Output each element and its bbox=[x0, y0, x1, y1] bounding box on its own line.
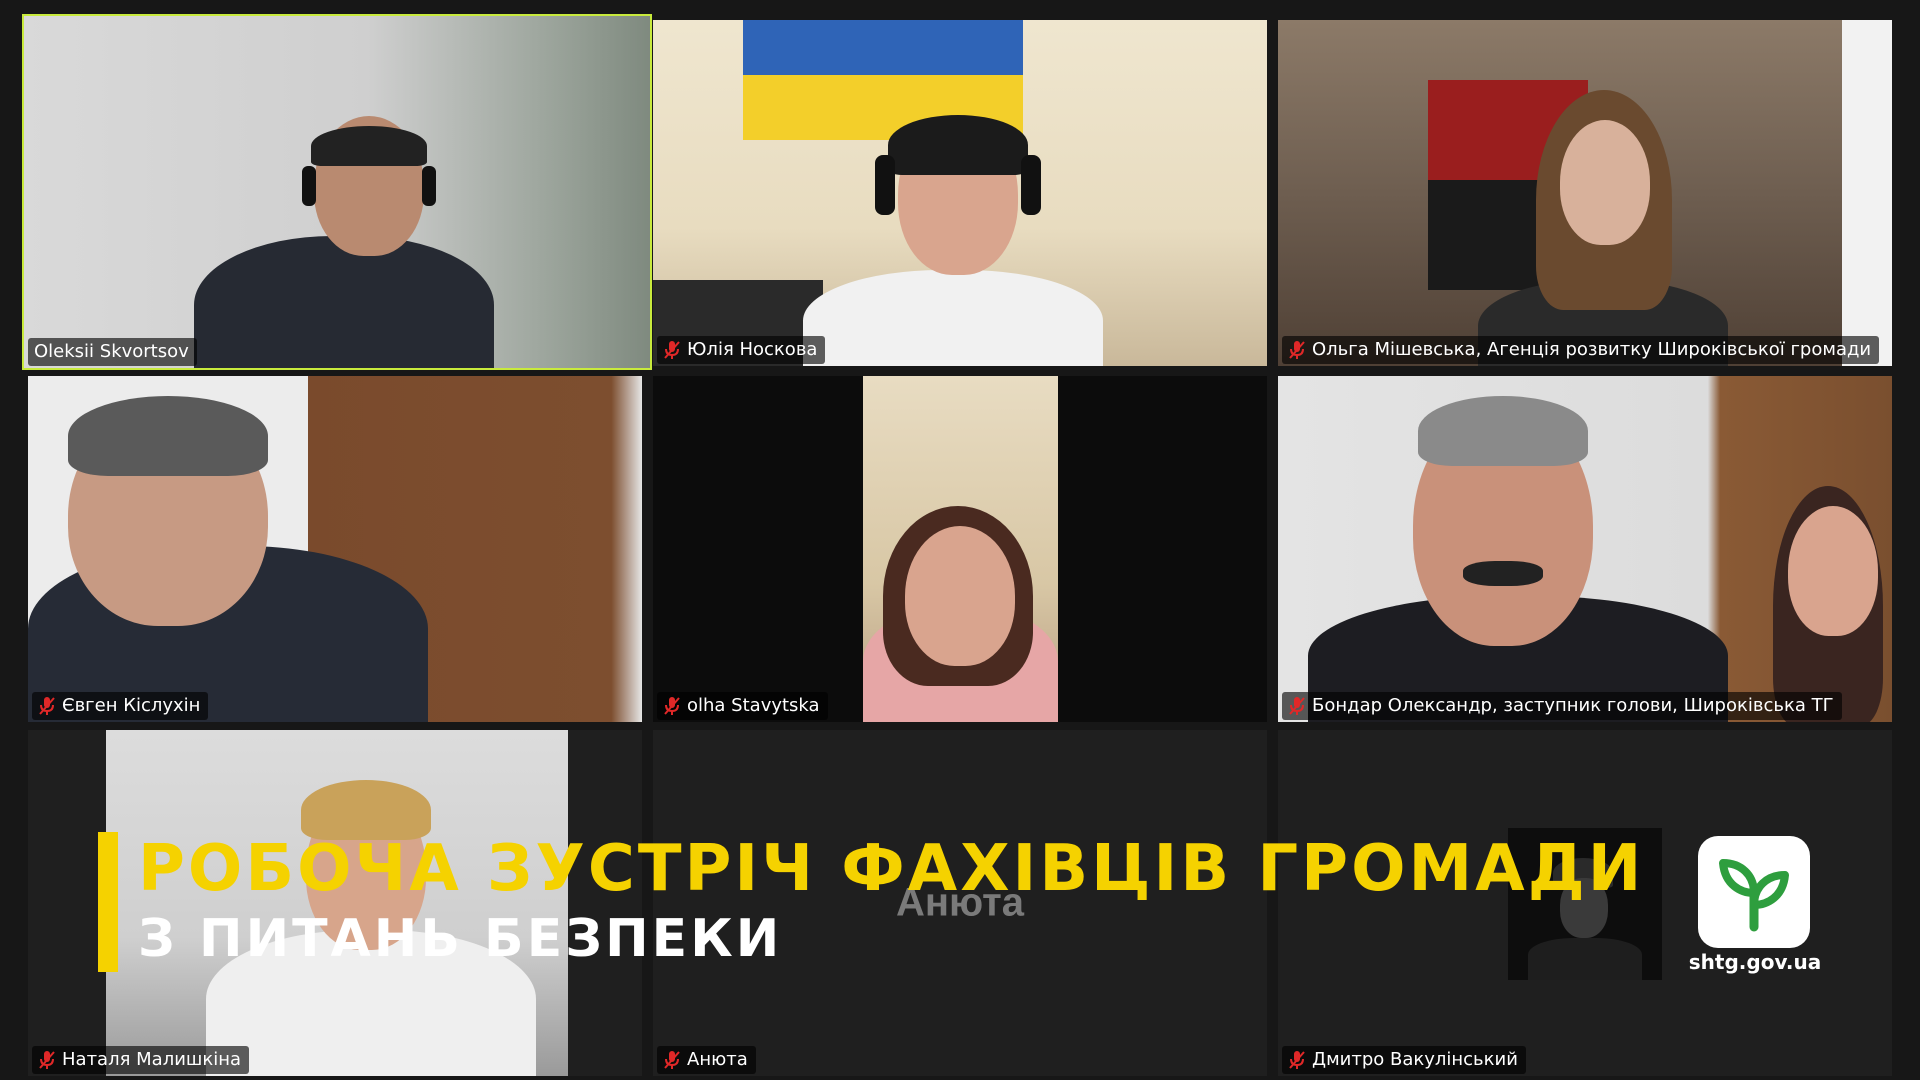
flag-image bbox=[743, 20, 1023, 75]
video-feed bbox=[1278, 376, 1892, 722]
video-tile-stavytska[interactable]: olha Stavytska bbox=[653, 376, 1267, 722]
video-feed bbox=[863, 376, 1058, 722]
mic-muted-icon bbox=[664, 1051, 680, 1069]
participant-name-tag: Oleksii Skvortsov bbox=[28, 338, 197, 366]
participant-name-tag: Анюта bbox=[657, 1046, 756, 1074]
participant-name: Бондар Олександр, заступник голови, Широ… bbox=[1312, 695, 1834, 716]
video-feed bbox=[24, 16, 650, 368]
participant-name: Анюта bbox=[687, 1049, 748, 1070]
participant-name: olha Stavytska bbox=[687, 695, 820, 716]
mic-muted-icon bbox=[664, 341, 680, 359]
participant-name: Євген Кіслухін bbox=[62, 695, 201, 716]
participant-name-tag: Наталя Малишкіна bbox=[32, 1046, 250, 1074]
participant-name-tag: Ольга Мішевська, Агенція розвитку Широкі… bbox=[1282, 336, 1880, 364]
video-tile-bondar[interactable]: Бондар Олександр, заступник голови, Широ… bbox=[1278, 376, 1892, 722]
participant-name: Наталя Малишкіна bbox=[62, 1049, 242, 1070]
video-feed bbox=[1278, 20, 1892, 366]
participant-name-tag: olha Stavytska bbox=[657, 692, 828, 720]
video-tile-noskova[interactable]: Юлія Носкова bbox=[653, 20, 1267, 366]
mic-muted-icon bbox=[39, 697, 55, 715]
mic-muted-icon bbox=[1289, 341, 1305, 359]
participant-name: Oleksii Skvortsov bbox=[34, 341, 189, 362]
mic-muted-icon bbox=[664, 697, 680, 715]
website-url: shtg.gov.ua bbox=[1688, 950, 1822, 974]
participant-name-tag: Бондар Олександр, заступник голови, Широ… bbox=[1282, 692, 1842, 720]
participant-name: Юлія Носкова bbox=[687, 339, 818, 360]
event-title: РОБОЧА ЗУСТРІЧ ФАХІВЦІВ ГРОМАДИ bbox=[138, 832, 1645, 906]
mic-muted-icon bbox=[39, 1051, 55, 1069]
participant-name: Дмитро Вакулінський bbox=[1312, 1049, 1518, 1070]
video-feed bbox=[653, 20, 1267, 366]
participant-name-tag: Юлія Носкова bbox=[657, 336, 826, 364]
video-tile-kisluhin[interactable]: Євген Кіслухін bbox=[28, 376, 642, 722]
participant-name-tag: Євген Кіслухін bbox=[32, 692, 209, 720]
participant-name: Ольга Мішевська, Агенція розвитку Широкі… bbox=[1312, 339, 1872, 360]
event-subtitle: З ПИТАНЬ БЕЗПЕКИ bbox=[138, 909, 783, 969]
video-tile-mishevska[interactable]: Ольга Мішевська, Агенція розвитку Широкі… bbox=[1278, 20, 1892, 366]
mic-muted-icon bbox=[1289, 697, 1305, 715]
event-title-banner: РОБОЧА ЗУСТРІЧ ФАХІВЦІВ ГРОМАДИ З ПИТАНЬ… bbox=[98, 832, 1644, 972]
participant-name-tag: Дмитро Вакулінський bbox=[1282, 1046, 1526, 1074]
sprout-logo-icon bbox=[1719, 859, 1789, 932]
mic-muted-icon bbox=[1289, 1051, 1305, 1069]
video-tile-skvortsov[interactable]: Oleksii Skvortsov bbox=[22, 14, 652, 370]
community-logo bbox=[1698, 836, 1810, 948]
video-feed bbox=[28, 376, 642, 722]
